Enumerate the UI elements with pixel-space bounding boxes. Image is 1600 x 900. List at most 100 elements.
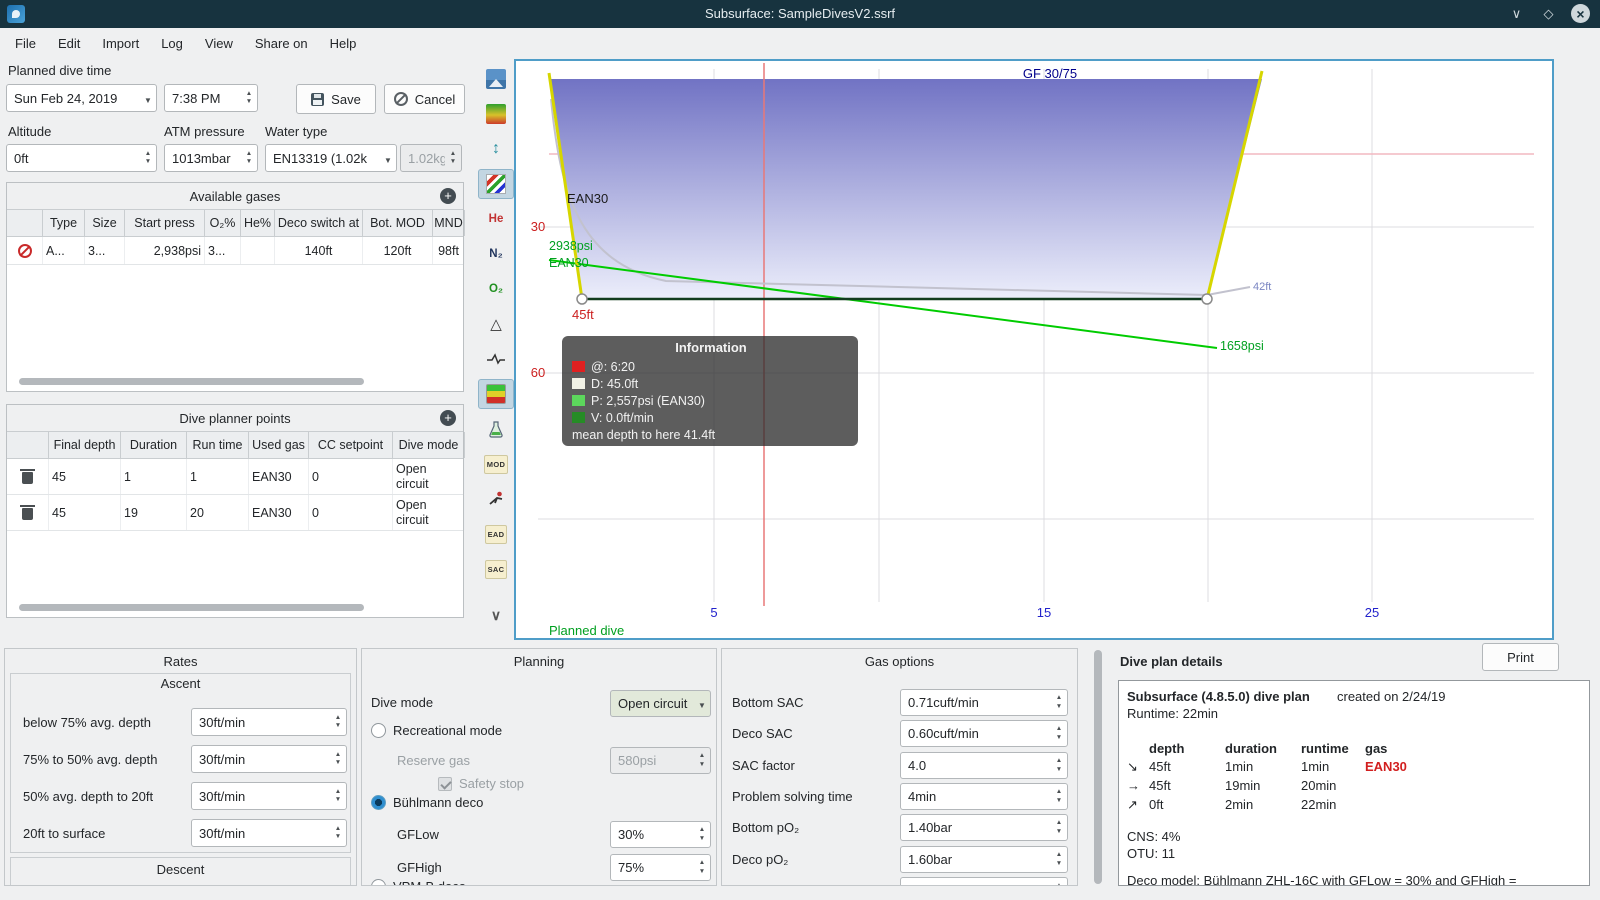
buhlmann-deco-radio[interactable]: Bühlmann deco (371, 795, 483, 810)
col-type[interactable]: Type (43, 210, 85, 236)
diver-toggle-icon[interactable] (478, 484, 514, 514)
menu-import[interactable]: Import (91, 31, 150, 56)
delete-point-icon[interactable] (20, 469, 35, 484)
spinner-arrows-icon[interactable] (1051, 878, 1067, 885)
col-he[interactable]: He% (241, 210, 275, 236)
dive-date-select[interactable]: Sun Feb 24, 2019 (6, 84, 157, 112)
swatch-red (572, 361, 585, 372)
menu-log[interactable]: Log (150, 31, 194, 56)
ascent-rate-surface-spinner[interactable]: 30ft/min (191, 819, 347, 847)
deco-po2-spinner[interactable]: 1.60bar (900, 846, 1068, 873)
col-cc-setpoint[interactable]: CC setpoint (309, 432, 393, 458)
ascent-rate-20ft-spinner[interactable]: 30ft/min (191, 782, 347, 810)
altitude-spinner[interactable]: 0ft (6, 144, 157, 172)
heartrate-toggle-icon[interactable] (478, 344, 514, 374)
mod-toggle-icon[interactable]: MOD (478, 449, 514, 479)
menu-share-on[interactable]: Share on (244, 31, 319, 56)
bottom-po2-spinner[interactable]: 1.40bar (900, 814, 1068, 841)
gflow-spinner[interactable]: 30% (610, 821, 711, 848)
toolbar-more-icon[interactable]: ∨ (478, 600, 514, 630)
col-mnd[interactable]: MND (433, 210, 465, 236)
menu-edit[interactable]: Edit (47, 31, 91, 56)
vpmb-deco-radio[interactable]: VPM-B deco (371, 879, 466, 885)
depth-tick: 60 (531, 365, 545, 380)
scale-toggle-icon[interactable]: ↕ (478, 134, 514, 164)
delete-point-icon[interactable] (20, 505, 35, 520)
print-button[interactable]: Print (1482, 643, 1559, 671)
spinner-arrows-icon[interactable] (1051, 690, 1067, 715)
spinner-arrows-icon[interactable] (1051, 847, 1067, 872)
spinner-arrows-icon[interactable] (241, 145, 257, 171)
delete-gas-icon[interactable] (17, 243, 32, 258)
water-type-select[interactable]: EN13319 (1.02k (265, 144, 397, 172)
dive-point-handle[interactable] (1201, 293, 1213, 305)
deco-sac-spinner[interactable]: 0.60cuft/min (900, 720, 1068, 747)
col-used-gas[interactable]: Used gas (249, 432, 309, 458)
menu-file[interactable]: File (4, 31, 47, 56)
dive-time-spinner[interactable]: 7:38 PM (164, 84, 258, 112)
ceiling-toggle-icon[interactable]: △ (478, 309, 514, 339)
po2-toggle-icon[interactable]: O₂ (478, 274, 514, 304)
dive-mode-select[interactable]: Open circuit (610, 690, 711, 717)
spinner-arrows-icon[interactable] (1051, 815, 1067, 840)
photos-toggle-icon[interactable] (478, 64, 514, 94)
spinner-arrows-icon[interactable] (1051, 721, 1067, 746)
pp-graphs-toggle-icon[interactable] (478, 169, 514, 199)
add-cylinder-button[interactable]: + (440, 188, 456, 204)
ascent-rate-75-spinner[interactable]: 30ft/min (191, 708, 347, 736)
tank-bar-toggle-icon[interactable] (478, 379, 514, 409)
col-run-time[interactable]: Run time (187, 432, 249, 458)
ascent-rate-50-spinner[interactable]: 30ft/min (191, 745, 347, 773)
spinner-arrows-icon[interactable] (330, 783, 346, 809)
col-final-depth[interactable]: Final depth (49, 432, 121, 458)
ead-toggle-icon[interactable]: EAD (478, 519, 514, 549)
save-button[interactable]: Save (296, 84, 376, 114)
recreational-mode-radio[interactable]: Recreational mode (371, 723, 502, 738)
gas-density-toggle-icon[interactable] (478, 414, 514, 444)
col-o2[interactable]: O₂% (205, 210, 241, 236)
close-window-icon[interactable]: × (1571, 4, 1590, 23)
col-deco-switch[interactable]: Deco switch at (275, 210, 363, 236)
spinner-arrows-icon[interactable] (330, 820, 346, 846)
dive-point-handle[interactable] (576, 293, 588, 305)
spinner-arrows-icon[interactable] (1051, 784, 1067, 809)
spinner-arrows-icon[interactable] (694, 855, 710, 880)
problem-time-spinner[interactable]: 4min (900, 783, 1068, 810)
shade-window-icon[interactable]: ∨ (1507, 4, 1526, 23)
menu-view[interactable]: View (194, 31, 244, 56)
vertical-scrollbar[interactable] (1094, 650, 1102, 884)
pn2-toggle-icon[interactable]: N₂ (478, 239, 514, 269)
swatch-light-green (572, 395, 585, 406)
planner-point-row[interactable]: 45 19 20 EAN30 0 Open circuit (7, 495, 465, 531)
horizontal-scrollbar[interactable] (19, 604, 364, 611)
menu-help[interactable]: Help (319, 31, 368, 56)
plan-deco-model: Deco model: Bühlmann ZHL-16C with GFLow … (1127, 873, 1517, 886)
cancel-button[interactable]: Cancel (384, 84, 465, 114)
gas-row[interactable]: A... 3... 2,938psi 3... 140ft 120ft 98ft (7, 237, 465, 265)
atm-pressure-spinner[interactable]: 1013mbar (164, 144, 258, 172)
add-dive-point-button[interactable]: + (440, 410, 456, 426)
best-mix-end-spinner[interactable]: 98ft (900, 877, 1068, 885)
bottom-sac-spinner[interactable]: 0.71cuft/min (900, 689, 1068, 716)
col-dive-mode[interactable]: Dive mode (393, 432, 465, 458)
dive-profile-chart[interactable]: GF 30/75 EAN30 2938psi EAN30 45ft 42ft 1… (514, 59, 1554, 640)
spinner-arrows-icon[interactable] (1051, 753, 1067, 778)
maximize-window-icon[interactable]: ◇ (1539, 4, 1558, 23)
gfhigh-spinner[interactable]: 75% (610, 854, 711, 881)
spinner-arrows-icon[interactable] (330, 746, 346, 772)
col-size[interactable]: Size (85, 210, 125, 236)
spinner-arrows-icon[interactable] (140, 145, 156, 171)
po2-heatmap-icon[interactable] (478, 99, 514, 129)
spinner-arrows-icon[interactable] (241, 85, 257, 111)
horizontal-scrollbar[interactable] (19, 378, 364, 385)
spinner-arrows-icon[interactable] (330, 709, 346, 735)
planner-point-row[interactable]: 45 1 1 EAN30 0 Open circuit (7, 459, 465, 495)
plan-runtime: Runtime: 22min (1127, 706, 1219, 721)
phe-toggle-icon[interactable]: He (478, 204, 514, 234)
col-start-press[interactable]: Start press (125, 210, 205, 236)
spinner-arrows-icon[interactable] (694, 822, 710, 847)
sac-toggle-icon[interactable]: SAC (478, 554, 514, 584)
col-duration[interactable]: Duration (121, 432, 187, 458)
col-bot-mod[interactable]: Bot. MOD (363, 210, 433, 236)
sac-factor-spinner[interactable]: 4.0 (900, 752, 1068, 779)
